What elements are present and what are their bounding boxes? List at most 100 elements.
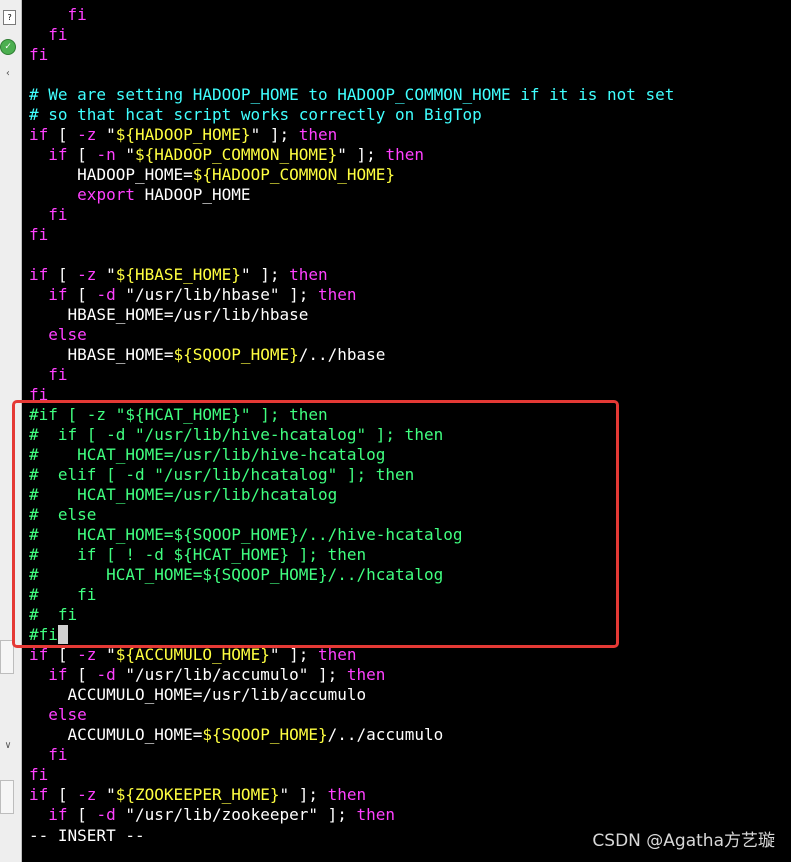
terminal-editor[interactable]: fi fi fi # We are setting HADOOP_HOME to H… <box>22 0 791 862</box>
code-token: [ <box>67 145 97 164</box>
code-token: then <box>385 145 424 164</box>
code-line: else <box>29 705 87 725</box>
code-token: #fi <box>29 625 58 644</box>
code-token: [ <box>48 785 78 804</box>
code-token: # if [ -d "/usr/lib/hive-hcatalog" ]; th… <box>29 425 444 444</box>
code-token: -d <box>96 805 116 824</box>
code-line: if [ -d "/usr/lib/hbase" ]; then <box>29 285 357 305</box>
code-token: else <box>48 705 87 724</box>
code-line: # so that hcat script works correctly on… <box>29 105 482 125</box>
code-token: HBASE_HOME= <box>67 345 174 364</box>
code-token: ACCUMULO_HOME=/usr/lib/accumulo <box>67 685 367 704</box>
code-token: " ]; <box>279 785 328 804</box>
code-line: fi <box>29 25 67 45</box>
code-token: # fi <box>29 585 97 604</box>
code-line: fi <box>29 205 67 225</box>
code-line: HBASE_HOME=${SQOOP_HOME}/../hbase <box>29 345 386 365</box>
code-token: " ]; <box>250 125 299 144</box>
code-token: -z <box>77 645 97 664</box>
code-line: fi <box>29 45 48 65</box>
code-token: then <box>318 645 357 664</box>
code-line: # fi <box>29 605 77 625</box>
code-line: # We are setting HADOOP_HOME to HADOOP_C… <box>29 85 674 105</box>
code-token: if <box>48 285 68 304</box>
code-line: else <box>29 325 87 345</box>
code-token: -z <box>77 265 97 284</box>
code-token: " ]; <box>269 645 318 664</box>
document-icon[interactable]: ? <box>3 10 16 25</box>
code-token: then <box>298 125 338 144</box>
code-token: ${ACCUMULO_HOME} <box>115 645 270 664</box>
code-token: if <box>48 805 68 824</box>
code-line: #fi <box>29 625 68 645</box>
code-token: [ <box>48 645 78 664</box>
code-token: fi <box>29 45 49 64</box>
code-token: if <box>29 265 49 284</box>
code-token: # HCAT_HOME=${SQOOP_HOME}/../hcatalog <box>29 565 444 584</box>
code-line: fi <box>29 765 48 785</box>
code-token: # fi <box>29 605 78 624</box>
code-line: # HCAT_HOME=${SQOOP_HOME}/../hcatalog <box>29 565 443 585</box>
watermark-text: CSDN @Agatha方艺璇 <box>592 831 775 851</box>
code-token: " <box>96 645 116 664</box>
code-token: -n <box>96 145 116 164</box>
code-token: then <box>327 785 367 804</box>
code-token: # HCAT_HOME=/usr/lib/hcatalog <box>29 485 338 504</box>
code-token: HADOOP_HOME <box>134 185 251 204</box>
scroll-up-arrow-icon[interactable]: ‹ <box>1 68 15 80</box>
code-line: # fi <box>29 585 96 605</box>
code-token: " ]; <box>240 265 290 284</box>
code-token: [ <box>67 805 97 824</box>
code-line: #if [ -z "${HCAT_HOME}" ]; then <box>29 405 328 425</box>
code-line: # HCAT_HOME=${SQOOP_HOME}/../hive-hcatal… <box>29 525 462 545</box>
code-line: fi <box>29 5 87 25</box>
code-token: ${SQOOP_HOME} <box>173 345 299 364</box>
code-token: /../hbase <box>298 345 386 364</box>
check-status-icon[interactable]: ✓ <box>0 39 16 55</box>
code-line: ACCUMULO_HOME=/usr/lib/accumulo <box>29 685 367 705</box>
code-token: HADOOP_HOME= <box>77 165 193 184</box>
code-line: if [ -z "${ACCUMULO_HOME}" ]; then <box>29 645 357 665</box>
code-line: if [ -z "${ZOOKEEPER_HOME}" ]; then <box>29 785 366 805</box>
code-line: if [ -z "${HBASE_HOME}" ]; then <box>29 265 328 285</box>
code-token: ${ZOOKEEPER_HOME} <box>115 785 280 804</box>
code-line: if [ -z "${HADOOP_HOME}" ]; then <box>29 125 337 145</box>
text-cursor <box>57 625 68 644</box>
code-token: /../accumulo <box>327 725 444 744</box>
code-token: then <box>318 285 357 304</box>
scrollbar-thumb[interactable] <box>0 640 14 674</box>
code-token: " ]; <box>337 145 386 164</box>
scrollbar-track-segment[interactable] <box>0 780 14 814</box>
code-token: "/usr/lib/zookeeper" ]; <box>115 805 357 824</box>
code-token: -z <box>77 785 97 804</box>
code-token: fi <box>67 5 87 24</box>
code-token: # HCAT_HOME=${SQOOP_HOME}/../hive-hcatal… <box>29 525 463 544</box>
code-token: fi <box>29 385 49 404</box>
code-token: ${HADOOP_COMMON_HOME} <box>134 145 338 164</box>
code-token: ${HADOOP_HOME} <box>115 125 251 144</box>
code-token: if <box>48 665 68 684</box>
code-token: ACCUMULO_HOME= <box>67 725 203 744</box>
code-token: " <box>96 125 116 144</box>
chevron-down-icon[interactable]: ∨ <box>1 740 15 752</box>
code-token: "/usr/lib/hbase" ]; <box>115 285 318 304</box>
code-line: # if [ -d "/usr/lib/hive-hcatalog" ]; th… <box>29 425 443 445</box>
code-line: # elif [ -d "/usr/lib/hcatalog" ]; then <box>29 465 414 485</box>
code-token: fi <box>29 225 49 244</box>
code-token: then <box>289 265 328 284</box>
code-token: -d <box>96 285 116 304</box>
vim-mode-indicator: -- INSERT -- <box>29 826 145 845</box>
code-token: [ <box>67 285 97 304</box>
